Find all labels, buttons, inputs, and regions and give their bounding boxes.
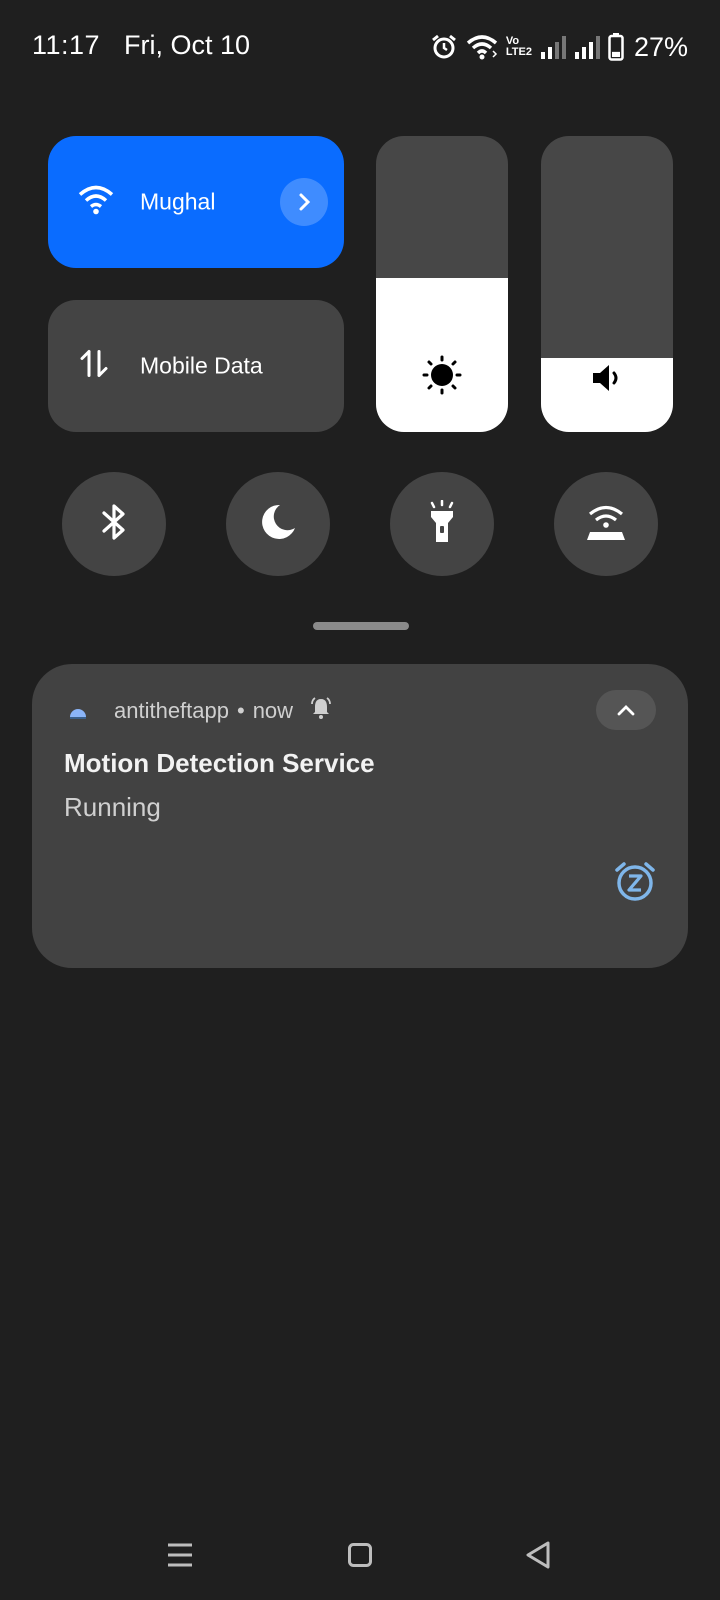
notification-card[interactable]: antitheftapp • now Motion Detection Serv…: [32, 664, 688, 968]
snooze-icon[interactable]: [614, 860, 656, 907]
status-icons: Vo LTE2 27%: [430, 30, 688, 64]
notification-title: Motion Detection Service: [64, 748, 375, 778]
status-time: 11:17: [32, 30, 101, 60]
bluetooth-icon: [99, 502, 129, 547]
wifi-tile[interactable]: Mughal: [48, 136, 344, 268]
bell-icon: [309, 696, 333, 726]
wifi-icon: [466, 33, 498, 61]
status-date: Fri, Oct 10: [124, 30, 251, 60]
battery-percent: 27%: [633, 31, 688, 62]
volume-slider[interactable]: [541, 136, 673, 432]
panel-drag-handle[interactable]: [313, 622, 409, 630]
battery-icon: [608, 33, 624, 61]
header-separator: •: [236, 698, 245, 723]
speaker-icon: [590, 361, 624, 400]
volte-bottom-label: LTE2: [505, 46, 532, 58]
mobile-data-label: Mobile Data: [140, 352, 263, 379]
back-icon[interactable]: [513, 1530, 563, 1580]
menu-icon[interactable]: [155, 1530, 205, 1580]
flashlight-icon: [426, 499, 458, 549]
signal-icon: [540, 34, 566, 60]
signal-icon: [574, 34, 600, 60]
volte-icon: Vo LTE2: [506, 36, 532, 58]
home-icon[interactable]: [335, 1530, 385, 1580]
hotspot-toggle[interactable]: [554, 472, 658, 576]
notification-text: Running: [64, 792, 161, 822]
alarm-icon: [430, 33, 458, 61]
wifi-details-button[interactable]: [280, 178, 328, 226]
bluetooth-toggle[interactable]: [62, 472, 166, 576]
wifi-tile-label: Mughal: [140, 188, 216, 215]
chevron-right-icon: [299, 193, 311, 211]
notification-time: now: [252, 698, 294, 723]
flashlight-toggle[interactable]: [390, 472, 494, 576]
chevron-up-icon: [617, 705, 635, 716]
hotspot-icon: [584, 502, 628, 547]
mobile-data-tile[interactable]: Mobile Data: [48, 300, 344, 432]
night-mode-toggle[interactable]: [226, 472, 330, 576]
wifi-icon: [78, 184, 114, 221]
notification-header: antitheftapp • now: [114, 696, 333, 726]
status-bar: 11:17 Fri, Oct 10 Vo LTE2 27%: [0, 0, 720, 96]
notification-app-name: antitheftapp: [114, 698, 229, 723]
moon-icon: [258, 502, 298, 547]
brightness-slider[interactable]: [376, 136, 508, 432]
android-icon: [68, 704, 88, 725]
navigation-bar: [0, 1510, 720, 1600]
sun-icon: [422, 355, 462, 400]
data-arrows-icon: [78, 348, 110, 385]
collapse-button[interactable]: [596, 690, 656, 730]
